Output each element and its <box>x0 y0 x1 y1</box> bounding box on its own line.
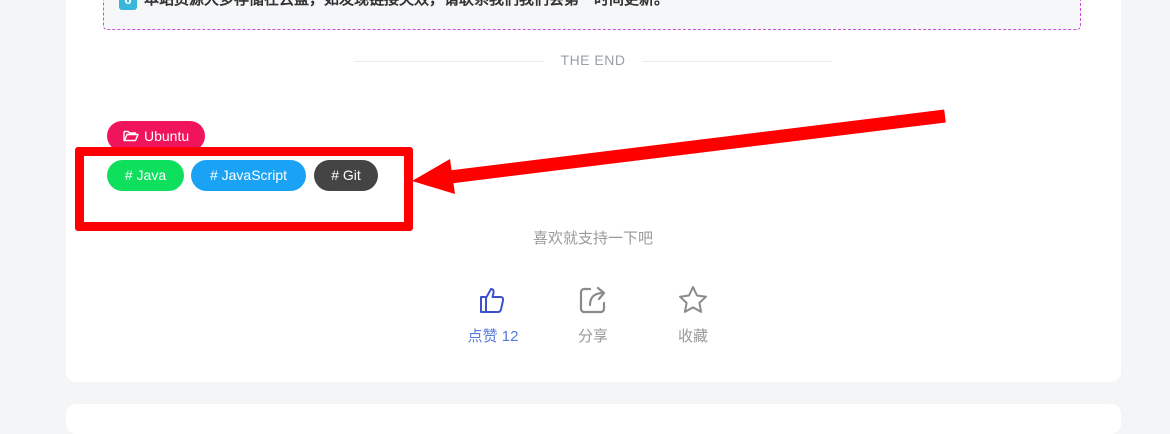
star-icon <box>679 286 707 313</box>
annotation-arrow <box>412 109 946 194</box>
like-count: 12 <box>501 328 519 345</box>
share-label: 分享 <box>577 328 608 345</box>
favorite-label: 收藏 <box>677 328 708 345</box>
share-icon <box>579 286 606 314</box>
favorite-button[interactable]: 收藏 <box>653 285 733 346</box>
like-button[interactable]: 点赞 12 <box>453 285 533 346</box>
support-text: 喜欢就支持一下吧 <box>532 230 653 247</box>
thumbs-up-icon <box>480 288 505 313</box>
share-button[interactable]: 分享 <box>553 285 633 346</box>
like-label: 点赞 12 <box>467 328 519 345</box>
